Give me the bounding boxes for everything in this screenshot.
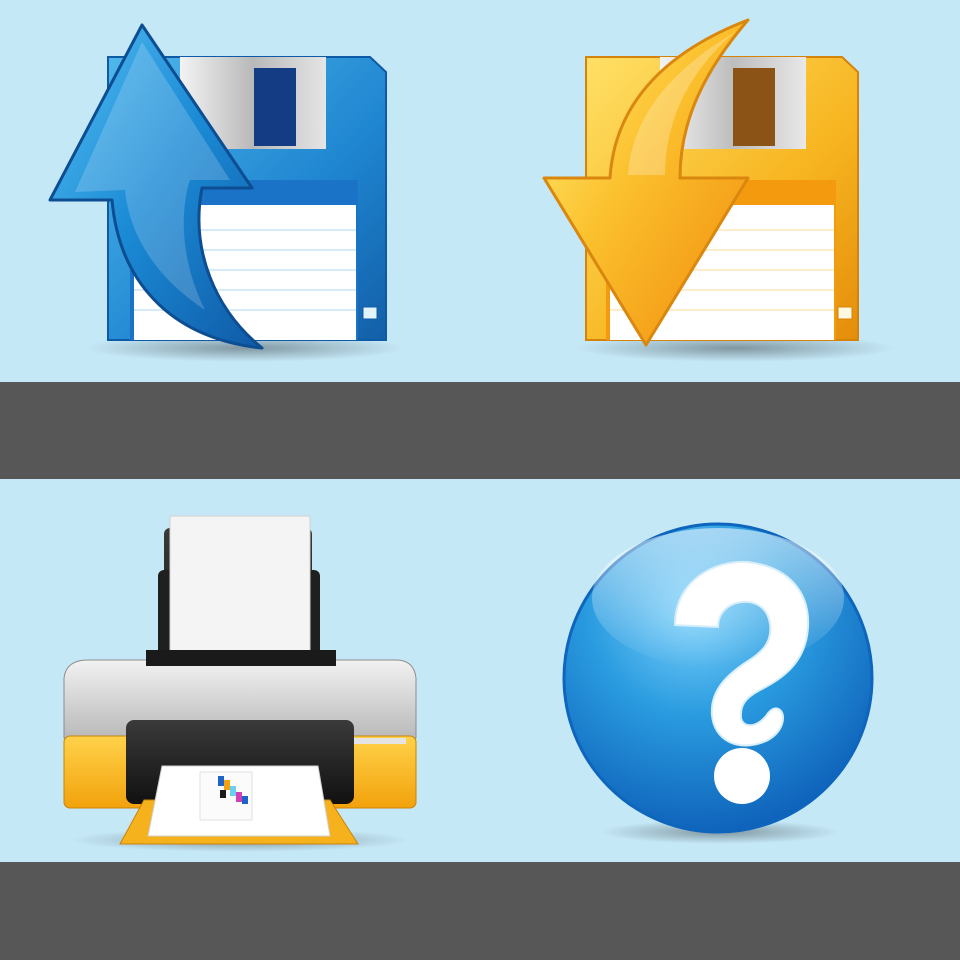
divider-band (0, 382, 960, 479)
footer-band (0, 862, 960, 960)
floppy-disk-upload-icon[interactable] (30, 10, 410, 370)
icon-sheet (0, 0, 960, 960)
help-question-icon[interactable] (540, 510, 900, 855)
floppy-disk-download-icon[interactable] (520, 10, 900, 370)
printer-icon[interactable] (40, 500, 440, 860)
